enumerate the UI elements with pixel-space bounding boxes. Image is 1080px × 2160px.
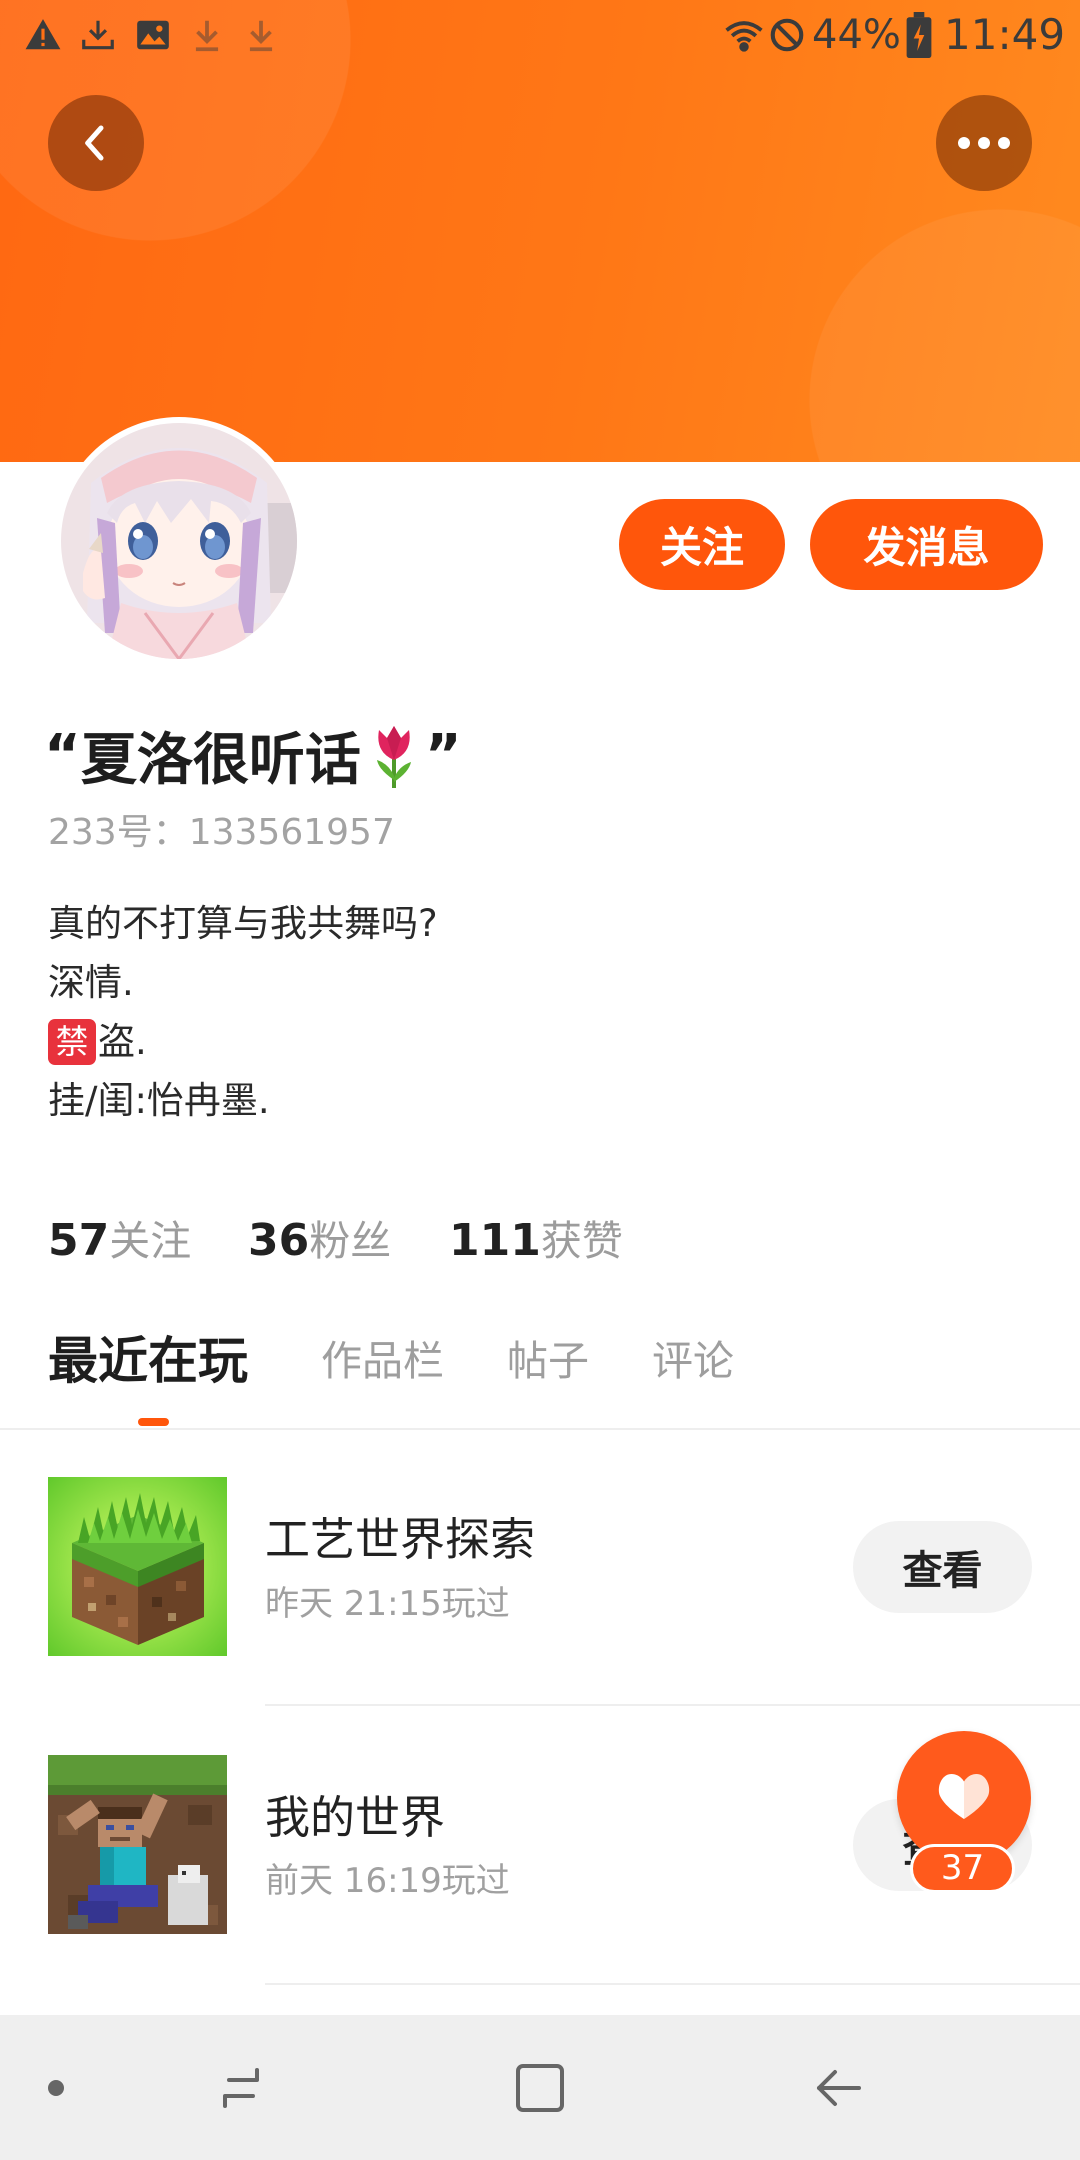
profile-bio: 真的不打算与我共舞吗? 深情. 禁 盗. 挂/闺:怡冉墨. xyxy=(48,894,1028,1130)
user-id: 233号：133561957 xyxy=(48,812,395,853)
like-count-badge: 37 xyxy=(910,1844,1015,1893)
back-chevron-icon xyxy=(85,125,104,161)
back-arrow-icon[interactable] xyxy=(813,2062,865,2114)
divider xyxy=(265,1704,1080,1706)
stat-likes[interactable]: 111获赞 xyxy=(449,1210,623,1272)
user-nickname: 夏洛很听话 xyxy=(80,727,361,793)
stat-following[interactable]: 57关注 xyxy=(48,1210,191,1272)
prohibited-emoji-badge: 禁 xyxy=(48,1018,96,1065)
home-square-icon[interactable] xyxy=(514,2062,566,2114)
active-tab-indicator xyxy=(138,1418,169,1426)
profile-name: “ 夏洛很听话 ” xyxy=(44,718,462,793)
tab-comments[interactable]: 评论 xyxy=(652,1328,734,1394)
game-title: 我的世界 xyxy=(265,1791,446,1844)
stat-label: 粉丝 xyxy=(309,1217,392,1265)
avatar[interactable] xyxy=(55,417,303,665)
image-icon xyxy=(134,16,172,54)
avatar-image xyxy=(61,423,297,659)
game-title: 工艺世界探索 xyxy=(265,1513,536,1566)
nav-dot-icon[interactable] xyxy=(30,2062,82,2114)
stat-count: 111 xyxy=(449,1215,541,1266)
download-arrow-icon xyxy=(242,16,280,54)
stat-count: 57 xyxy=(48,1215,110,1266)
stat-fans[interactable]: 36粉丝 xyxy=(248,1210,391,1272)
status-bar: 44% 11:49 xyxy=(0,0,1080,69)
stat-count: 36 xyxy=(248,1215,310,1266)
recent-apps-icon[interactable] xyxy=(215,2062,267,2114)
battery-charging-icon xyxy=(906,12,932,58)
bio-line: 深情. xyxy=(48,961,134,1004)
download-arrow-icon xyxy=(188,16,226,54)
name-quote-close: ” xyxy=(424,722,462,788)
more-options-button[interactable] xyxy=(936,95,1032,191)
profile-header-banner: 44% 11:49 xyxy=(0,0,1080,462)
divider xyxy=(0,1428,1080,1430)
tab-works[interactable]: 作品栏 xyxy=(321,1328,444,1394)
battery-percent: 44% xyxy=(812,12,901,58)
more-dots-icon xyxy=(958,137,1010,149)
grass-block-game-icon xyxy=(48,1477,227,1656)
tab-posts[interactable]: 帖子 xyxy=(507,1328,589,1394)
clock-time: 11:49 xyxy=(944,10,1066,59)
download-tray-icon xyxy=(79,16,117,54)
game-played-time: 前天 16:19玩过 xyxy=(265,1861,510,1901)
heart-icon xyxy=(938,1774,990,1819)
tab-recently-played[interactable]: 最近在玩 xyxy=(48,1328,248,1394)
tulip-emoji-icon xyxy=(365,720,423,790)
minecraft-steve-game-icon xyxy=(48,1755,227,1934)
bio-text: 盗. xyxy=(98,1020,147,1063)
follow-button[interactable]: 关注 xyxy=(619,499,785,590)
back-button[interactable] xyxy=(48,95,144,191)
divider xyxy=(265,1983,1080,1985)
bio-line: 禁 盗. xyxy=(48,1012,1028,1071)
system-nav-bar xyxy=(0,2015,1080,2160)
stat-label: 关注 xyxy=(109,1217,192,1265)
bio-line: 挂/闺:怡冉墨. xyxy=(48,1079,270,1122)
name-quote-open: “ xyxy=(44,722,81,788)
wifi-icon xyxy=(722,16,766,54)
game-played-time: 昨天 21:15玩过 xyxy=(265,1584,510,1624)
stat-label: 获赞 xyxy=(540,1217,623,1265)
bio-line: 真的不打算与我共舞吗? xyxy=(48,902,438,945)
send-message-button[interactable]: 发消息 xyxy=(810,499,1043,590)
view-button[interactable]: 查看 xyxy=(853,1521,1032,1613)
warning-icon xyxy=(24,16,62,54)
do-not-disturb-icon xyxy=(768,16,806,54)
